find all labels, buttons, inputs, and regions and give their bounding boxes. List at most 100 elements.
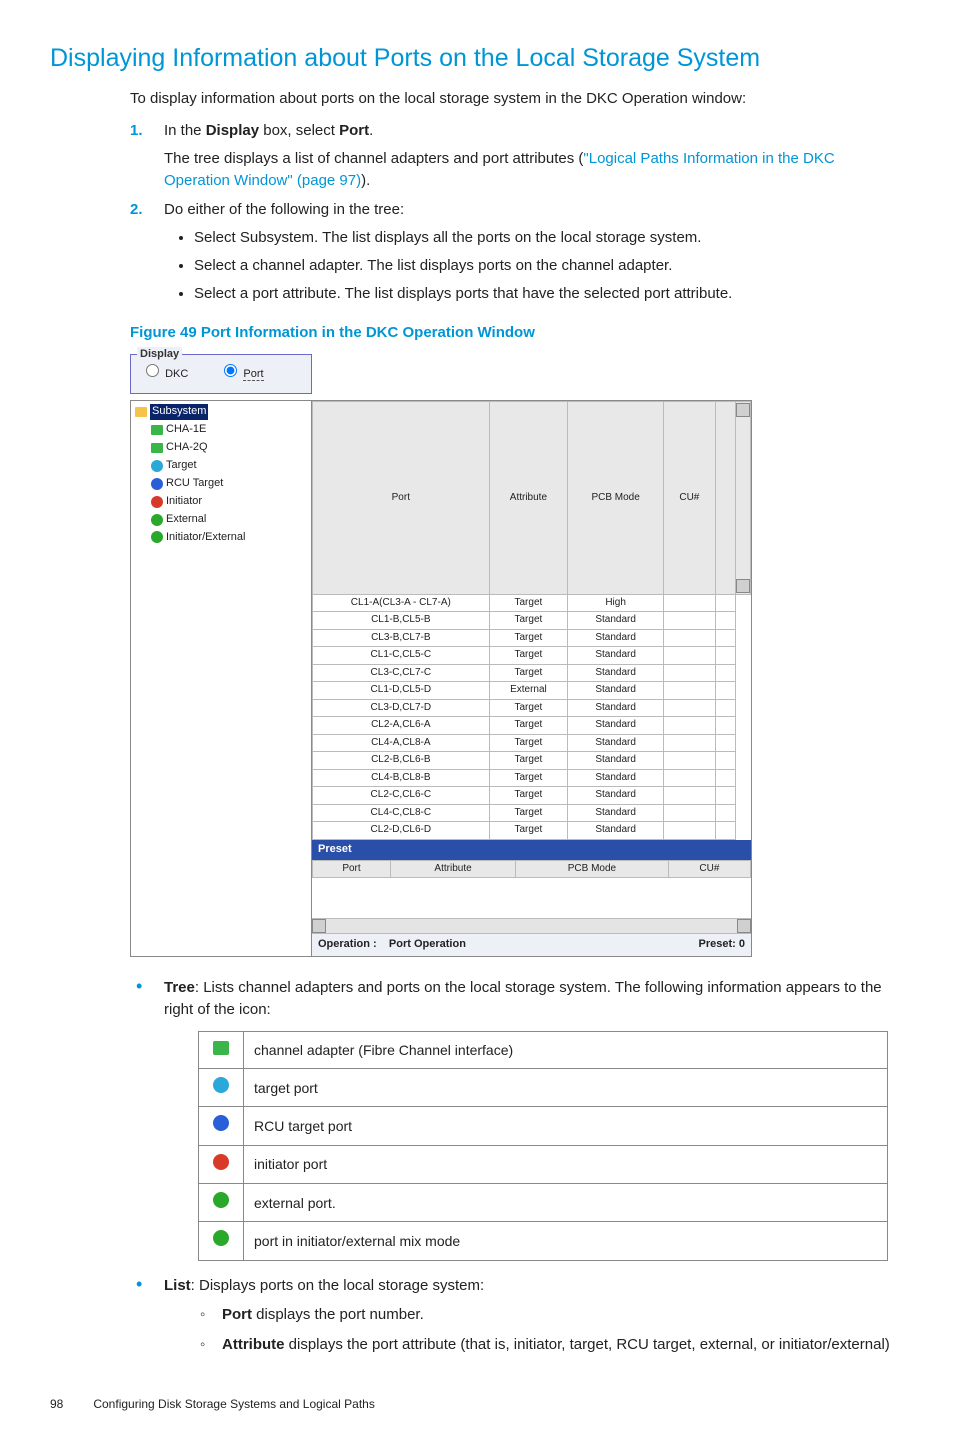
table-row[interactable]: CL1-C,CL5-CTargetStandard bbox=[313, 647, 751, 665]
intro-text: To display information about ports on th… bbox=[130, 88, 904, 110]
col-pcb[interactable]: PCB Mode bbox=[568, 401, 664, 594]
preset-col-attr[interactable]: Attribute bbox=[391, 860, 516, 878]
preset-col-cu[interactable]: CU# bbox=[668, 860, 750, 878]
port-list-table: Port Attribute PCB Mode CU# CL1-A(CL3-A … bbox=[312, 401, 751, 840]
target-icon bbox=[151, 460, 163, 472]
cell-pcb: Standard bbox=[568, 612, 664, 630]
cell-cu bbox=[664, 682, 716, 700]
cell-blank bbox=[715, 699, 735, 717]
preset-col-pcb[interactable]: PCB Mode bbox=[516, 860, 669, 878]
table-row[interactable]: CL3-D,CL7-DTargetStandard bbox=[313, 699, 751, 717]
table-row[interactable]: CL2-D,CL6-DTargetStandard bbox=[313, 822, 751, 840]
preset-title-bar: Preset bbox=[312, 840, 751, 860]
vertical-scrollbar[interactable] bbox=[736, 401, 751, 594]
radio-dkc[interactable]: DKC bbox=[141, 368, 191, 380]
mix-mode-icon bbox=[213, 1230, 229, 1246]
chapter-title: Configuring Disk Storage Systems and Log… bbox=[93, 1397, 374, 1411]
cell-pcb: Standard bbox=[568, 647, 664, 665]
table-row[interactable]: CL4-C,CL8-CTargetStandard bbox=[313, 804, 751, 822]
cell-blank bbox=[715, 612, 735, 630]
tree-item[interactable]: CHA-2Q bbox=[133, 439, 309, 457]
table-row[interactable]: CL3-B,CL7-BTargetStandard bbox=[313, 629, 751, 647]
preset-count: Preset: 0 bbox=[699, 937, 745, 953]
display-group-box: Display DKC Port bbox=[130, 354, 312, 394]
col-cu[interactable]: CU# bbox=[664, 401, 716, 594]
table-row[interactable]: CL1-B,CL5-BTargetStandard bbox=[313, 612, 751, 630]
tree-root[interactable]: Subsystem bbox=[133, 403, 309, 421]
tree-item[interactable]: Initiator bbox=[133, 493, 309, 511]
tree-item[interactable]: CHA-1E bbox=[133, 421, 309, 439]
tree-item[interactable]: Initiator/External bbox=[133, 529, 309, 547]
step-2-bullet: Select Subsystem. The list displays all … bbox=[194, 227, 904, 249]
cell-attr: Target bbox=[489, 594, 568, 612]
table-row[interactable]: CL2-A,CL6-ATargetStandard bbox=[313, 717, 751, 735]
cell-cu bbox=[664, 787, 716, 805]
cell-pcb: Standard bbox=[568, 682, 664, 700]
cell-pcb: Standard bbox=[568, 717, 664, 735]
table-row[interactable]: CL2-B,CL6-BTargetStandard bbox=[313, 752, 751, 770]
step-2-bullet: Select a channel adapter. The list displ… bbox=[194, 255, 904, 277]
horizontal-scrollbar[interactable] bbox=[312, 918, 751, 933]
cell-blank bbox=[715, 734, 735, 752]
tree-pane[interactable]: Subsystem CHA-1E CHA-2Q Target RCU Targe… bbox=[131, 401, 312, 956]
section-heading: Displaying Information about Ports on th… bbox=[50, 40, 904, 76]
cell-cu bbox=[664, 822, 716, 840]
initiator-icon bbox=[213, 1154, 229, 1170]
table-row[interactable]: CL3-C,CL7-CTargetStandard bbox=[313, 664, 751, 682]
mix-mode-icon bbox=[151, 531, 163, 543]
cell-attr: Target bbox=[489, 734, 568, 752]
table-row[interactable]: CL4-A,CL8-ATargetStandard bbox=[313, 734, 751, 752]
cell-cu bbox=[664, 612, 716, 630]
cell-blank bbox=[715, 822, 735, 840]
preset-col-port[interactable]: Port bbox=[313, 860, 391, 878]
table-row[interactable]: CL1-D,CL5-DExternalStandard bbox=[313, 682, 751, 700]
legend-text: external port. bbox=[244, 1184, 888, 1222]
cell-attr: Target bbox=[489, 629, 568, 647]
cell-attr: External bbox=[489, 682, 568, 700]
cell-port: CL3-C,CL7-C bbox=[313, 664, 490, 682]
tree-item[interactable]: RCU Target bbox=[133, 475, 309, 493]
cell-port: CL4-B,CL8-B bbox=[313, 769, 490, 787]
step-1-text: In the Display box, select Port. bbox=[164, 122, 373, 139]
cell-port: CL1-C,CL5-C bbox=[313, 647, 490, 665]
col-attr[interactable]: Attribute bbox=[489, 401, 568, 594]
cell-cu bbox=[664, 734, 716, 752]
cell-attr: Target bbox=[489, 647, 568, 665]
legend-text: initiator port bbox=[244, 1145, 888, 1183]
tree-item[interactable]: Target bbox=[133, 457, 309, 475]
cell-attr: Target bbox=[489, 664, 568, 682]
list-sub-port: Port displays the port number. bbox=[198, 1304, 904, 1326]
radio-port[interactable]: Port bbox=[219, 368, 263, 380]
icon-legend-table: channel adapter (Fibre Channel interface… bbox=[198, 1031, 888, 1261]
col-port[interactable]: Port bbox=[313, 401, 490, 594]
table-row[interactable]: CL1-A(CL3-A - CL7-A)TargetHigh bbox=[313, 594, 751, 612]
scroll-up-icon[interactable] bbox=[736, 403, 750, 417]
rcu-target-icon bbox=[213, 1115, 229, 1131]
cell-port: CL4-C,CL8-C bbox=[313, 804, 490, 822]
cell-blank bbox=[715, 682, 735, 700]
table-row[interactable]: CL2-C,CL6-CTargetStandard bbox=[313, 787, 751, 805]
cell-attr: Target bbox=[489, 752, 568, 770]
figure-caption: Figure 49 Port Information in the DKC Op… bbox=[130, 322, 904, 344]
legend-text: channel adapter (Fibre Channel interface… bbox=[244, 1031, 888, 1068]
cell-pcb: Standard bbox=[568, 787, 664, 805]
cell-cu bbox=[664, 769, 716, 787]
cell-port: CL3-D,CL7-D bbox=[313, 699, 490, 717]
adapter-icon bbox=[151, 425, 163, 435]
cell-blank bbox=[715, 804, 735, 822]
step-number-2: 2. bbox=[130, 199, 143, 221]
cell-blank bbox=[715, 717, 735, 735]
cell-port: CL1-D,CL5-D bbox=[313, 682, 490, 700]
figure-screenshot: Display DKC Port Subsystem CHA-1E CHA-2Q bbox=[130, 354, 904, 957]
table-row[interactable]: CL4-B,CL8-BTargetStandard bbox=[313, 769, 751, 787]
scroll-right-icon[interactable] bbox=[737, 919, 751, 933]
scroll-left-icon[interactable] bbox=[312, 919, 326, 933]
cell-blank bbox=[715, 787, 735, 805]
cell-pcb: Standard bbox=[568, 734, 664, 752]
cell-cu bbox=[664, 629, 716, 647]
step-number-1: 1. bbox=[130, 120, 143, 142]
scroll-down-icon[interactable] bbox=[736, 579, 750, 593]
tree-item[interactable]: External bbox=[133, 511, 309, 529]
tree-definition: Tree: Lists channel adapters and ports o… bbox=[130, 977, 904, 1260]
cell-blank bbox=[715, 769, 735, 787]
